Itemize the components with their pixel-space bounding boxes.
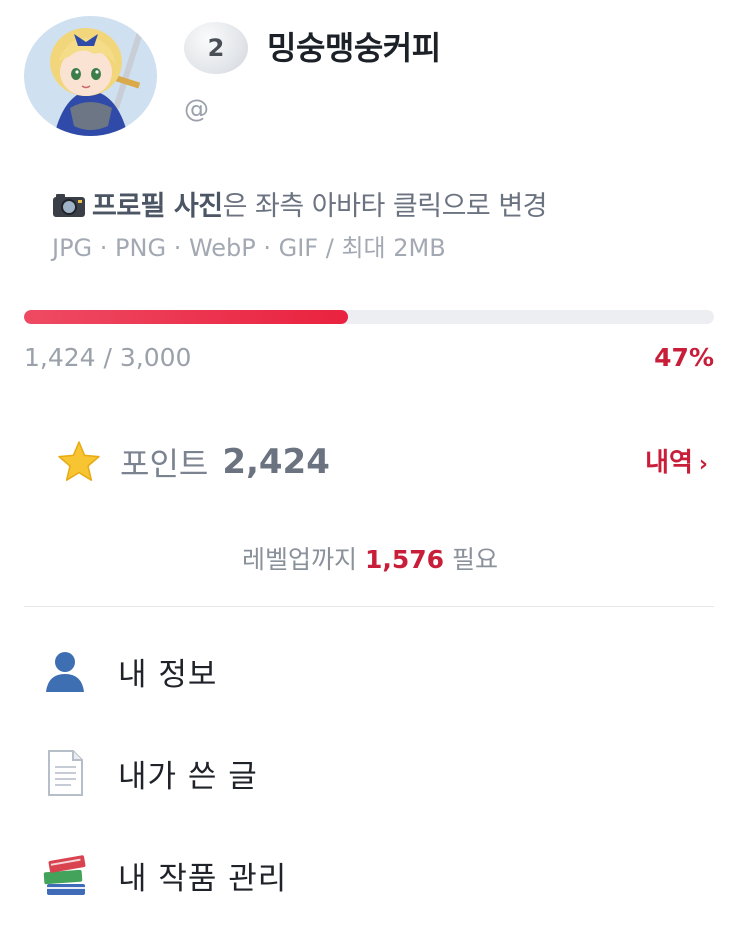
points-row: 포인트 2,424: [56, 434, 330, 490]
camera-icon: [52, 191, 92, 222]
levelup-requirement: 레벨업까지 1,576 필요: [0, 540, 740, 576]
level-progress-bar: [24, 310, 714, 324]
profile-photo-hint-bold: 프로필 사진: [92, 191, 223, 222]
points-history-link[interactable]: 내역 ›: [645, 442, 708, 479]
menu-item-my-works[interactable]: 내 작품 관리: [40, 840, 714, 910]
menu-item-label: 내 작품 관리: [118, 860, 288, 897]
points-history-label: 내역: [645, 448, 693, 478]
divider: [24, 606, 714, 607]
progress-count: 1,424 / 3,000: [24, 343, 192, 372]
avatar-image: [24, 16, 157, 136]
menu-item-my-info[interactable]: 내 정보: [40, 636, 714, 706]
levelup-amount: 1,576: [364, 545, 445, 574]
star-icon: [56, 439, 102, 485]
upload-formats: JPG · PNG · WebP · GIF / 최대 2MB: [52, 234, 446, 262]
levelup-suffix: 필요: [451, 545, 498, 574]
levelup-prefix: 레벨업까지: [241, 545, 357, 574]
menu-item-label: 내 정보: [118, 656, 218, 693]
profile-photo-hint: 프로필 사진은 좌측 아바타 클릭으로 변경: [52, 184, 548, 223]
user-handle: @: [184, 94, 209, 123]
avatar[interactable]: [24, 16, 157, 136]
person-icon: [40, 646, 90, 696]
points-value: 2,424: [222, 442, 330, 482]
menu-item-label: 내가 쓴 글: [118, 758, 258, 795]
level-progress-fill: [24, 310, 349, 324]
document-icon: [40, 748, 90, 798]
books-icon: [40, 850, 90, 900]
nickname: 밍숭맹숭커피: [267, 29, 441, 67]
menu-item-my-posts[interactable]: 내가 쓴 글: [40, 738, 714, 808]
level-badge: 2: [184, 22, 248, 74]
level-number: 2: [207, 34, 225, 62]
progress-percent: 47%: [654, 343, 714, 372]
chevron-right-icon: ›: [698, 452, 708, 477]
points-label: 포인트: [120, 445, 209, 483]
profile-photo-hint-text: 은 좌측 아바타 클릭으로 변경: [222, 191, 548, 222]
